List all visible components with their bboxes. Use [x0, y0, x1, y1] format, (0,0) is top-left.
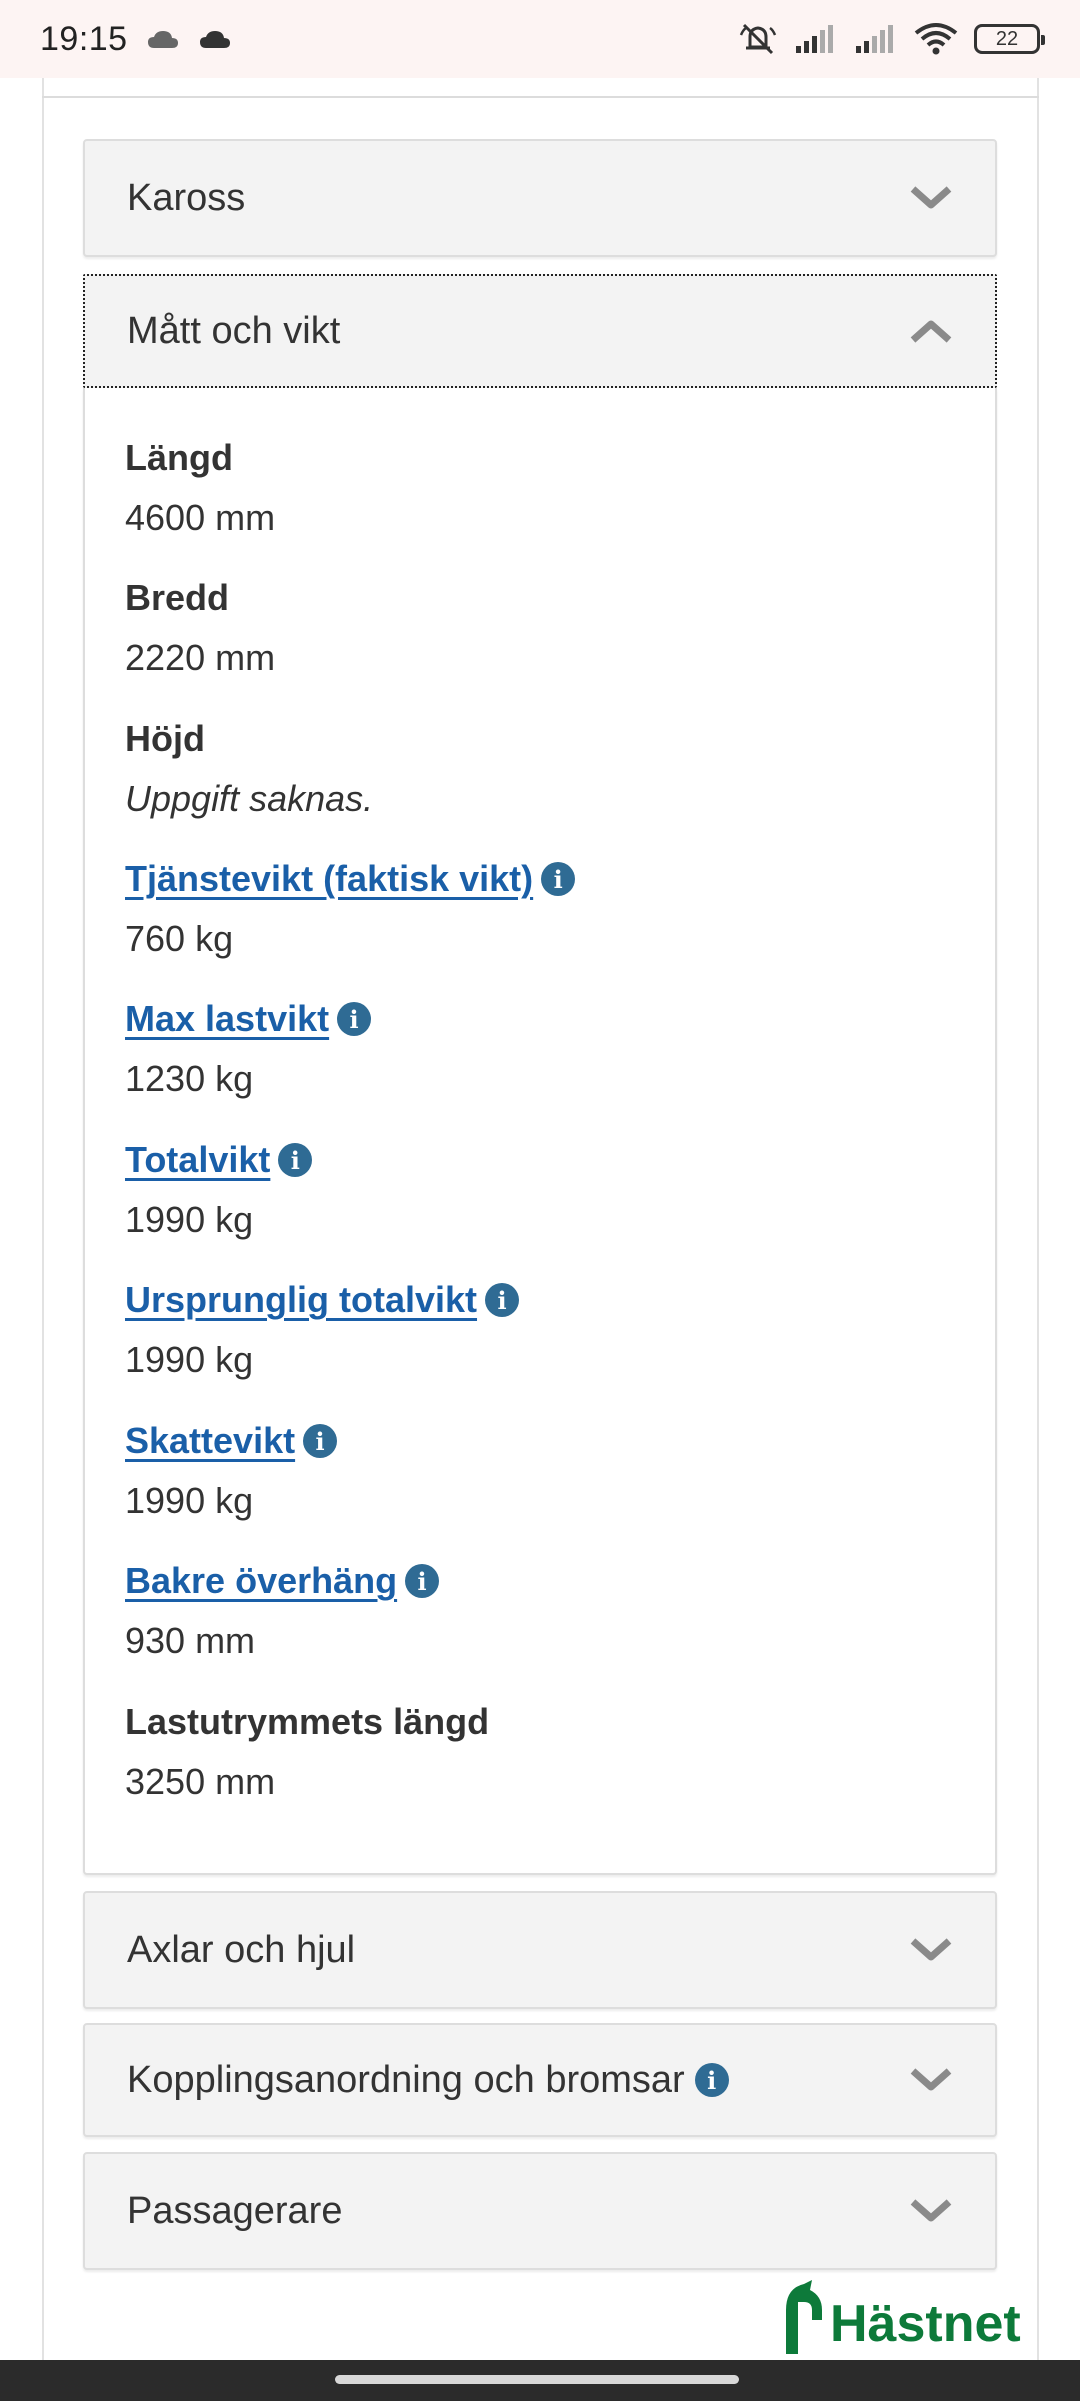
- cloud-icon: [147, 31, 178, 48]
- mute-icon: [739, 23, 777, 55]
- spec-value: 1990 kg: [125, 1199, 254, 1240]
- chevron-up-icon: [910, 320, 952, 343]
- spec-value: 4600 mm: [125, 497, 276, 538]
- spec-rear-overhang: Bakre överhäng i 930 mm: [125, 1557, 440, 1665]
- chevron-down-icon: [910, 2199, 952, 2222]
- spec-service-weight: Tjänstevikt (faktisk vikt) i 760 kg: [125, 855, 576, 963]
- spec-label: Lastutrymmets längd: [125, 1701, 490, 1742]
- info-icon[interactable]: i: [485, 1283, 520, 1317]
- accordion-title: Passagerare: [127, 2189, 343, 2232]
- info-icon[interactable]: i: [337, 1002, 372, 1036]
- spec-tax-weight: Skattevikt i 1990 kg: [125, 1417, 338, 1525]
- spec-value: 2220 mm: [125, 637, 276, 678]
- tax-weight-link[interactable]: Skattevikt: [125, 1420, 295, 1462]
- chevron-down-icon: [910, 2068, 952, 2091]
- accordion-title: Kaross: [127, 176, 246, 219]
- spec-value: Uppgift saknas.: [125, 778, 374, 819]
- info-icon[interactable]: i: [405, 1564, 440, 1598]
- chevron-down-icon: [910, 186, 952, 209]
- spec-total-weight: Totalvikt i 1990 kg: [125, 1136, 313, 1244]
- spec-value: 1990 kg: [125, 1339, 254, 1380]
- service-weight-link[interactable]: Tjänstevikt (faktisk vikt): [125, 858, 533, 900]
- original-total-weight-link[interactable]: Ursprunglig totalvikt: [125, 1279, 477, 1321]
- spec-original-total-weight: Ursprunglig totalvikt i 1990 kg: [125, 1276, 520, 1384]
- spec-width: Bredd 2220 mm: [125, 574, 275, 682]
- spec-max-load: Max lastvikt i 1230 kg: [125, 995, 372, 1103]
- max-load-link[interactable]: Max lastvikt: [125, 998, 329, 1040]
- spec-value: 3250 mm: [125, 1761, 276, 1802]
- spec-value: 1230 kg: [125, 1058, 254, 1099]
- accordion-title: Axlar och hjul: [127, 1928, 356, 1971]
- accordion-title: Mått och vikt: [127, 309, 341, 352]
- battery-level: 22: [995, 27, 1019, 50]
- home-gesture-handle[interactable]: [335, 2375, 739, 2384]
- spec-label: Höjd: [125, 718, 205, 759]
- wifi-icon: [914, 23, 958, 55]
- spec-value: 930 mm: [125, 1620, 256, 1661]
- system-nav-bar: [0, 2360, 1080, 2401]
- accordion-axlar-och-hjul[interactable]: Axlar och hjul: [83, 1891, 997, 2009]
- accordion-kaross[interactable]: Kaross: [83, 139, 997, 257]
- cloud-icon: [199, 31, 230, 48]
- accordion-passagerare[interactable]: Passagerare: [83, 2152, 997, 2270]
- spec-height: Höjd Uppgift saknas.: [125, 715, 373, 823]
- accordion-matt-och-vikt[interactable]: Mått och vikt: [83, 274, 997, 388]
- spec-value: 1990 kg: [125, 1480, 254, 1521]
- info-icon[interactable]: i: [694, 2063, 729, 2097]
- spec-length: Längd 4600 mm: [125, 434, 275, 542]
- signal-icon: [796, 25, 833, 53]
- horse-logo-icon: [786, 2280, 822, 2354]
- info-icon[interactable]: i: [541, 862, 576, 896]
- info-icon[interactable]: i: [303, 1424, 338, 1458]
- spec-cargo-length: Lastutrymmets längd 3250 mm: [125, 1698, 489, 1806]
- chevron-down-icon: [910, 1938, 952, 1961]
- status-time: 19:15: [40, 19, 128, 58]
- spec-label: Längd: [125, 437, 233, 478]
- total-weight-link[interactable]: Totalvikt: [125, 1139, 270, 1181]
- hastnet-logo[interactable]: Hästnet: [782, 2280, 1021, 2354]
- logo-text: Hästnet: [830, 2295, 1021, 2353]
- divider: [42, 96, 1039, 98]
- rear-overhang-link[interactable]: Bakre överhäng: [125, 1560, 397, 1602]
- spec-label: Bredd: [125, 577, 230, 618]
- spec-value: 760 kg: [125, 918, 234, 959]
- status-bar: 19:15 22: [0, 0, 1080, 78]
- info-icon[interactable]: i: [278, 1143, 313, 1177]
- battery-icon: 22: [974, 24, 1045, 54]
- accordion-title: Kopplingsanordning och bromsar: [127, 2058, 685, 2101]
- accordion-kopplingsanordning[interactable]: Kopplingsanordning och bromsar i: [83, 2023, 997, 2137]
- signal-icon: [856, 25, 893, 53]
